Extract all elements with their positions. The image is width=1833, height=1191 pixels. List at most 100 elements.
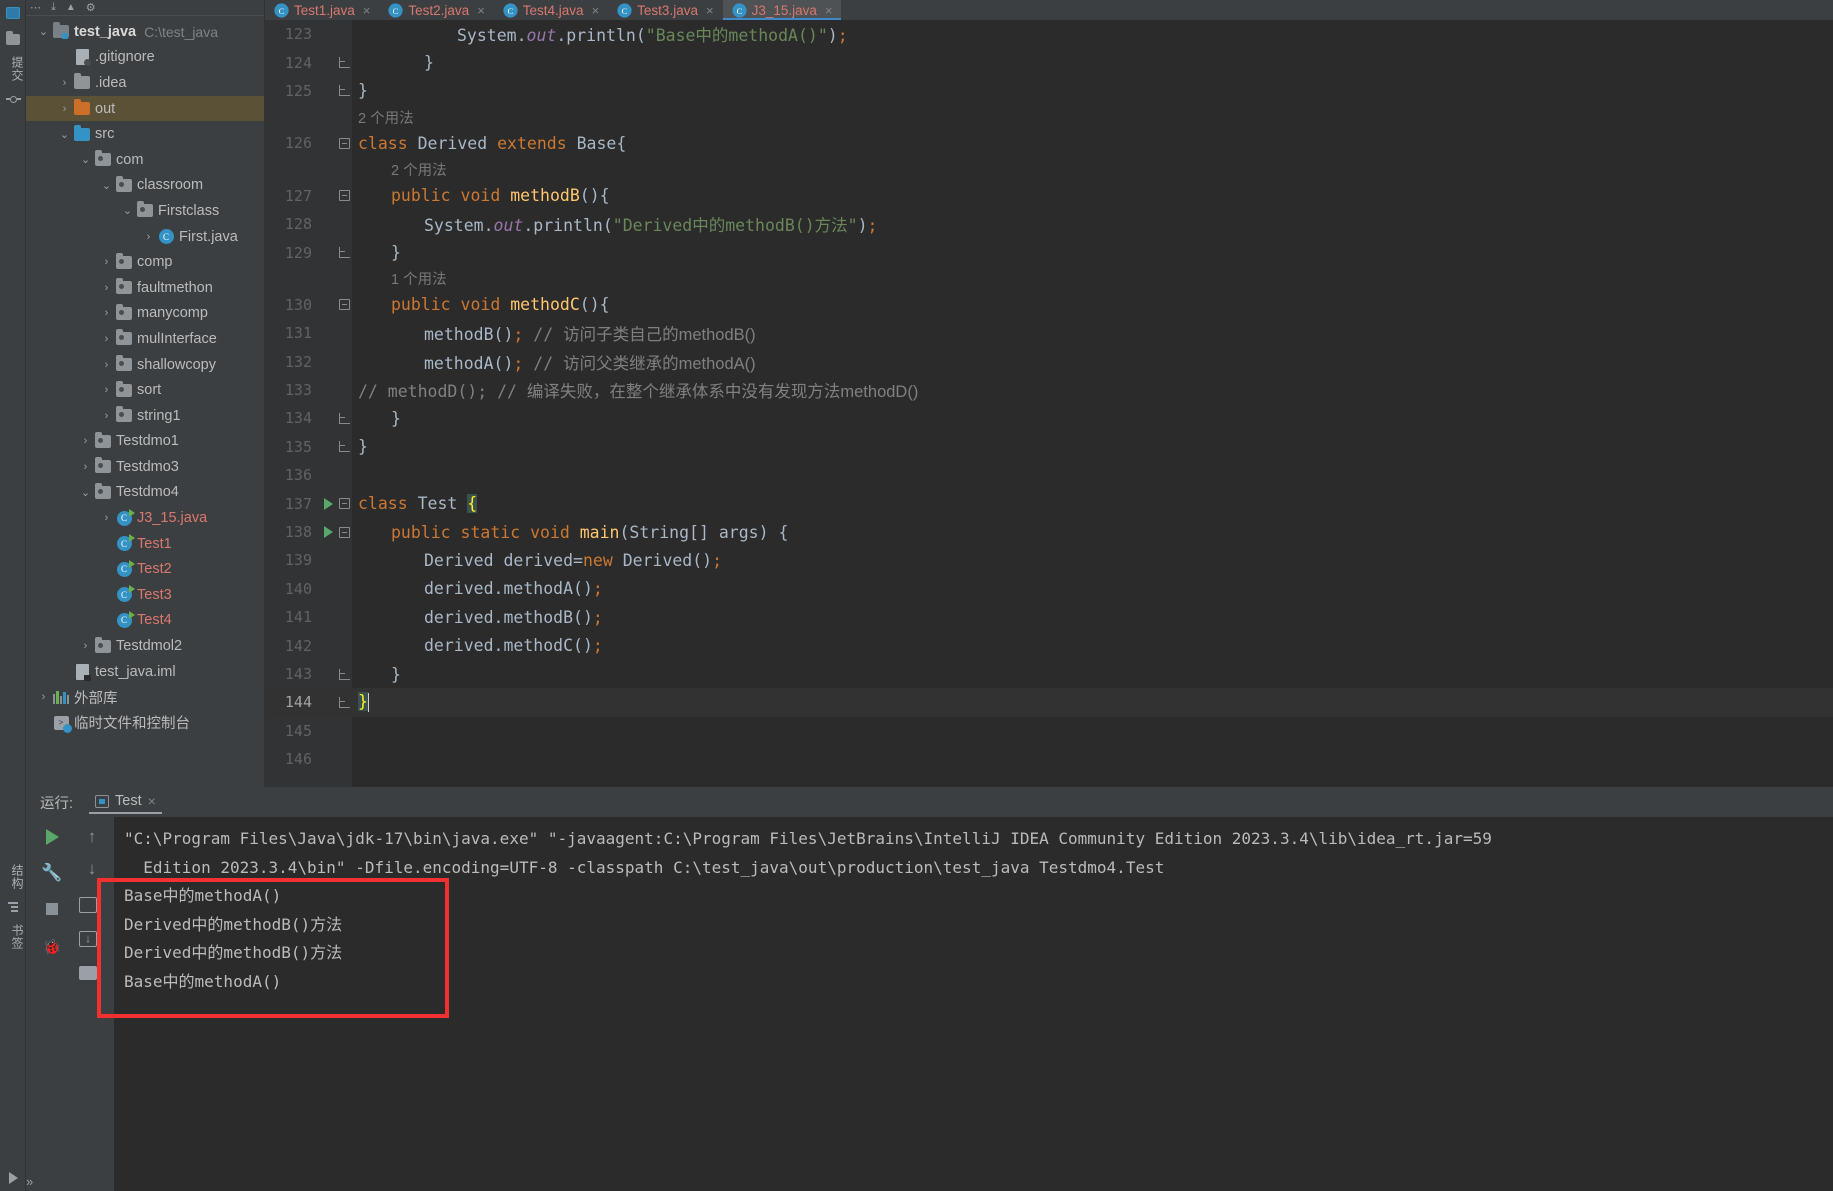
gutter-fold-marker[interactable] [336,190,352,202]
tree-node-classroom[interactable]: ⌄ classroom [26,173,264,199]
code-text[interactable]: } [352,437,368,456]
gutter-fold-marker[interactable] [336,299,352,311]
code-text[interactable]: derived.methodA(); [352,579,603,598]
tree-node-sort[interactable]: › sort [26,377,264,403]
tree-expand-arrow[interactable]: › [99,256,114,268]
gutter-fold-marker[interactable] [336,57,352,69]
project-icon[interactable] [0,0,26,26]
tree-expand-arrow[interactable]: › [57,103,72,115]
tree-node-test-java-iml[interactable]: · test_java.iml [26,659,264,685]
tree-node-manycomp[interactable]: › manycomp [26,301,264,327]
tree-node-shallowcopy[interactable]: › shallowcopy [26,352,264,378]
tree-expand-arrow[interactable]: ⌄ [36,25,51,38]
run-gutter-icon[interactable] [323,497,333,510]
soft-wrap-icon[interactable] [74,891,102,919]
fold-end-icon[interactable] [338,668,350,680]
code-text[interactable]: // methodD(); // 编译失败，在整个继承体系中没有发现方法meth… [352,378,918,402]
gutter-fold-marker[interactable] [336,247,352,259]
rail-label-commit[interactable]: 提交 [0,52,26,86]
settings-icon[interactable]: ⚙ [86,1,96,14]
tree-node-firstclass[interactable]: ⌄ Firstclass [26,198,264,224]
tree-expand-arrow[interactable]: › [99,384,114,396]
tree-expand-arrow[interactable]: › [99,359,114,371]
code-text[interactable]: derived.methodC(); [352,636,603,655]
collapse-all-icon[interactable]: ▲ [66,2,76,13]
code-line-124[interactable]: 124} [265,48,1833,76]
tree-node--idea[interactable]: › .idea [26,70,264,96]
tree-node-test4[interactable]: ·CTest4 [26,608,264,634]
tree-node-testdmo3[interactable]: › Testdmo3 [26,454,264,480]
tree-expand-arrow[interactable]: · [99,538,114,550]
console-output[interactable]: "C:\Program Files\Java\jdk-17\bin\java.e… [114,817,1833,1191]
tree-node-testdmo4[interactable]: ⌄ Testdmo4 [26,480,264,506]
code-line-123[interactable]: 123 System.out.println("Base中的methodA()")… [265,20,1833,48]
code-text[interactable]: methodB(); // 访问子类自己的methodB() [352,321,756,345]
editor-tab-test4-java[interactable]: C Test4.java × [494,0,608,20]
tree-expand-arrow[interactable]: · [99,614,114,626]
code-line-134[interactable]: 134} [265,404,1833,432]
code-text[interactable]: System.out.println("Derived中的methodB()方法… [352,212,877,236]
fold-collapse-icon[interactable] [338,190,350,202]
code-line-137[interactable]: 137 class Test { [265,489,1833,517]
tree-expand-arrow[interactable]: › [99,512,114,524]
fold-collapse-icon[interactable] [338,498,350,510]
tree-expand-arrow[interactable]: · [57,51,72,63]
gutter-fold-marker[interactable] [336,526,352,538]
code-text[interactable]: class Derived extends Base{ [352,134,626,153]
bug-icon[interactable]: 🐞 [38,933,66,961]
wrench-icon[interactable]: 🔧 [38,859,66,887]
tree-expand-arrow[interactable]: › [78,435,93,447]
tree-expand-arrow[interactable]: ⌄ [120,204,135,217]
tree-expand-arrow[interactable]: · [99,563,114,575]
tree-node-comp[interactable]: › comp [26,249,264,275]
inlay-hint-usages[interactable]: 1 个用法 [265,267,1833,291]
tree-node-test1[interactable]: ·CTest1 [26,531,264,557]
code-line-143[interactable]: 143} [265,660,1833,688]
download-icon[interactable]: ⤓ [51,1,56,14]
arrow-up-icon[interactable]: ↑ [78,823,106,851]
editor-tab-test3-java[interactable]: C Test3.java × [608,0,722,20]
tree-node-com[interactable]: ⌄ com [26,147,264,173]
structure-icon[interactable] [0,894,26,920]
tree-expand-arrow[interactable]: › [141,231,156,243]
tree-expand-arrow[interactable]: › [99,282,114,294]
tree-expand-arrow[interactable]: · [99,589,114,601]
code-text[interactable]: } [352,409,401,428]
fold-end-icon[interactable] [338,696,350,708]
fold-end-icon[interactable] [338,85,350,97]
print-icon[interactable] [74,959,102,987]
code-line-131[interactable]: 131 methodB(); // 访问子类自己的methodB() [265,319,1833,347]
gutter-fold-marker[interactable] [336,441,352,453]
tree-expand-arrow[interactable]: ⌄ [78,153,93,166]
fold-end-icon[interactable] [338,247,350,259]
editor-tab-test2-java[interactable]: C Test2.java × [379,0,493,20]
gutter-run-marker[interactable] [320,526,336,539]
code-text[interactable]: public void methodB(){ [352,186,610,205]
code-line-146[interactable]: 146 [265,745,1833,773]
tree-node-faultmethon[interactable]: › faultmethon [26,275,264,301]
tree-expand-arrow[interactable]: › [36,691,51,703]
code-line-139[interactable]: 139 Derived derived=new Derived(); [265,546,1833,574]
tree-node-first-java[interactable]: › C First.java [26,224,264,250]
expand-rail-icon[interactable]: » [26,1174,52,1189]
folder-icon[interactable] [0,26,26,52]
tree-expand-arrow[interactable]: · [57,666,72,678]
tab-close-icon[interactable]: × [825,3,833,18]
code-text[interactable]: Derived derived=new Derived(); [352,551,722,570]
tree-expand-arrow[interactable]: › [99,410,114,422]
code-line-138[interactable]: 138 public static void main(String[] args… [265,518,1833,546]
tree-node-string1[interactable]: › string1 [26,403,264,429]
gutter-fold-marker[interactable] [336,85,352,97]
gutter-run-marker[interactable] [320,497,336,510]
rail-label-bookmarks[interactable]: 书签 [0,920,26,954]
code-line-126[interactable]: 126 class Derived extends Base{ [265,129,1833,157]
tree-expand-arrow[interactable]: ⌄ [57,128,72,141]
inlay-hint-usages[interactable]: 2 个用法 [265,158,1833,182]
code-text[interactable]: derived.methodB(); [352,608,603,627]
code-line-141[interactable]: 141 derived.methodB(); [265,603,1833,631]
code-text[interactable]: System.out.println("Base中的methodA()"); [352,22,848,46]
tab-close-icon[interactable]: × [592,3,600,18]
code-line-140[interactable]: 140 derived.methodA(); [265,575,1833,603]
tree-node--gitignore[interactable]: · .gitignore [26,45,264,71]
code-line-129[interactable]: 129} [265,238,1833,266]
